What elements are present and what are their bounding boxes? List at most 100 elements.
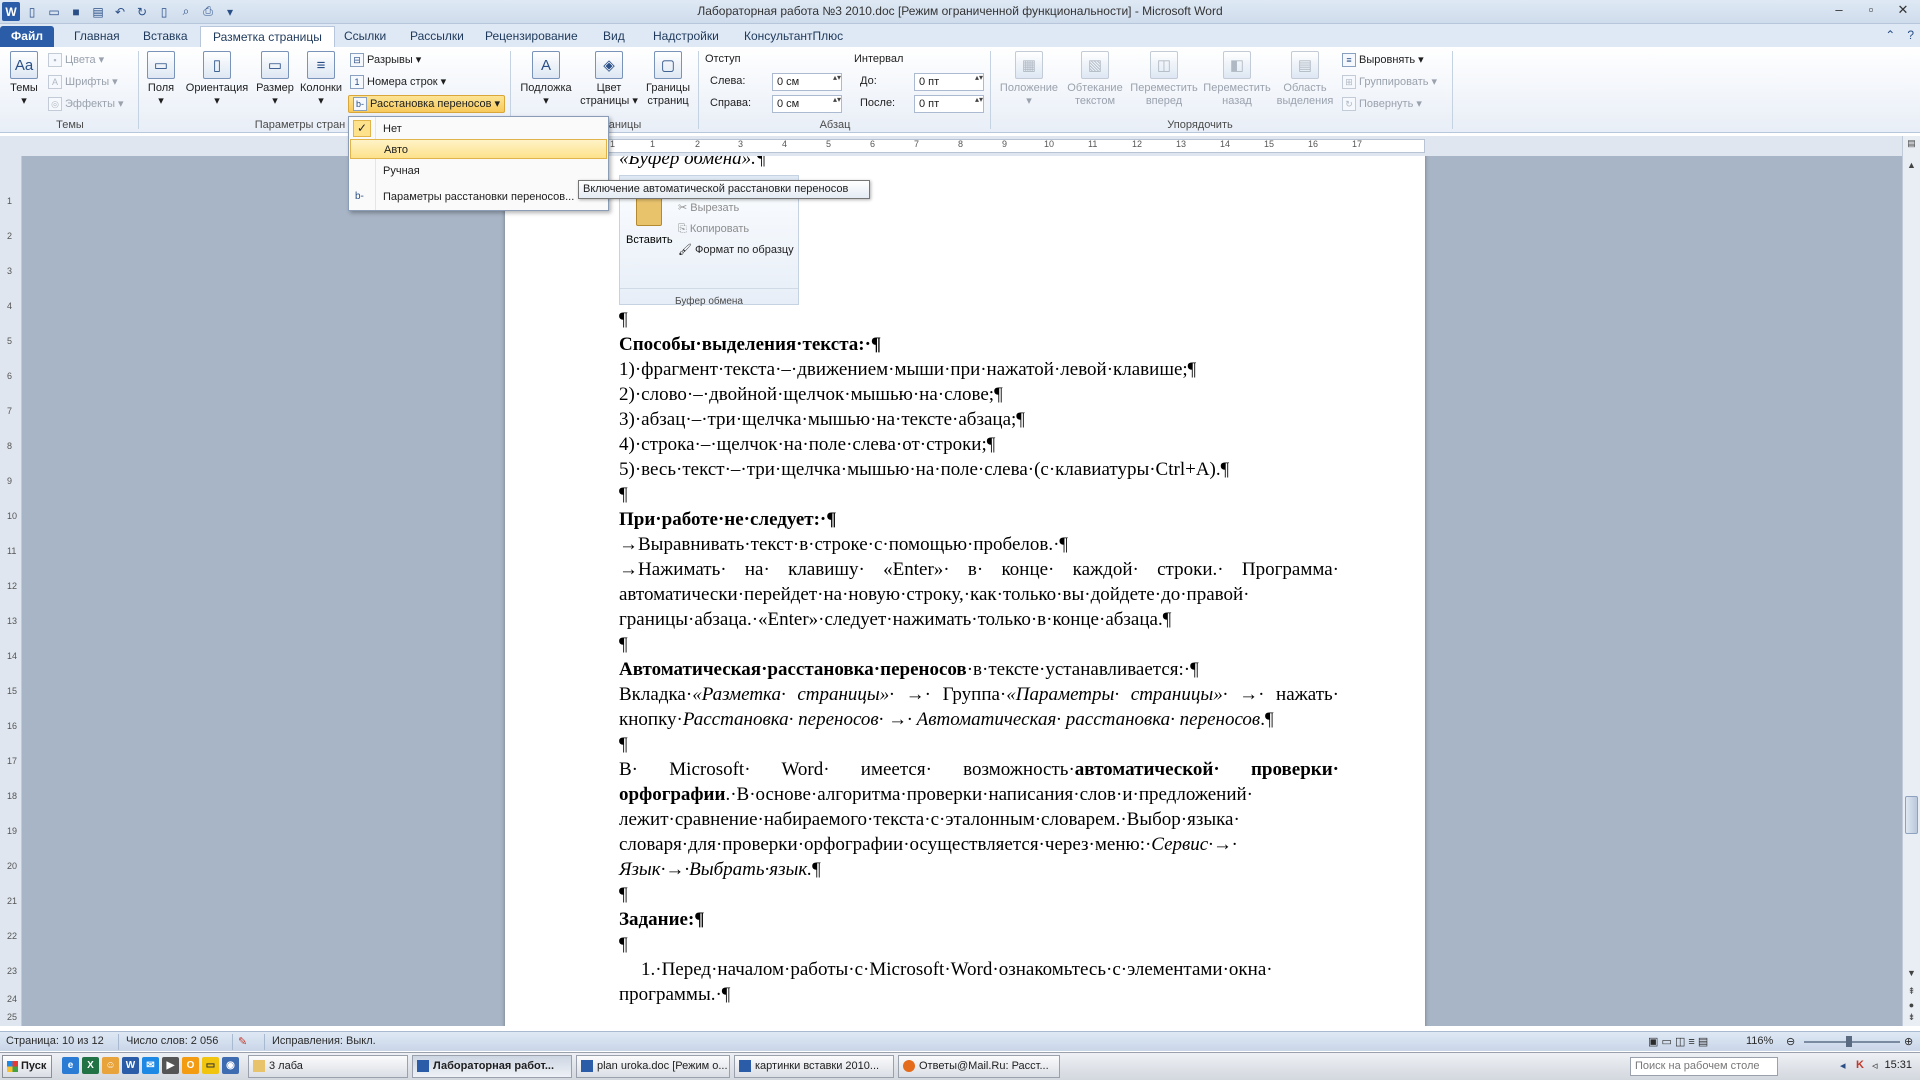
position-button[interactable]: ▦ Положение ▾ <box>996 51 1062 108</box>
opera-icon[interactable]: O <box>182 1057 199 1074</box>
orientation-button[interactable]: ▯ Ориентация ▾ <box>184 51 250 108</box>
word-count[interactable]: Число слов: 2 056 <box>126 1035 218 1047</box>
document-body[interactable]: «Буфер обмена».¶ Вставить ✂ Вырезать ⎘ К… <box>619 156 1339 1007</box>
draft-icon[interactable]: ▤ <box>1698 1036 1708 1048</box>
theme-fonts-button[interactable]: A Шрифты ▾ <box>48 73 118 91</box>
indent-left-input[interactable]: 0 см <box>772 73 842 91</box>
group-label-arrange: Упорядочить <box>1167 119 1233 131</box>
ie-icon[interactable]: e <box>62 1057 79 1074</box>
tab-references[interactable]: Ссылки <box>332 26 398 47</box>
outline-icon[interactable]: ≡ <box>1688 1036 1694 1048</box>
next-page-icon[interactable]: ⇟ <box>1905 1012 1918 1023</box>
ruler-tick: 11 <box>1088 139 1098 149</box>
track-changes-status[interactable]: Исправления: Выкл. <box>272 1035 376 1047</box>
word-icon[interactable]: W <box>122 1057 139 1074</box>
send-backward-button[interactable]: ◧ Переместить назад <box>1202 51 1272 108</box>
hyphenation-auto-item[interactable]: Авто <box>350 139 607 159</box>
ruler-tick: 2 <box>695 139 701 149</box>
zoom-level[interactable]: 116% <box>1746 1035 1773 1047</box>
full-screen-reading-icon[interactable]: ▭ <box>1661 1036 1671 1048</box>
zoom-in-icon[interactable]: ⊕ <box>1904 1035 1913 1048</box>
clock[interactable]: 15:31 <box>1884 1059 1912 1071</box>
auto-hyphen-rest: ·в·тексте·устанавливается:·¶ <box>966 659 1199 680</box>
margins-button[interactable]: ▭ Поля ▾ <box>143 51 179 108</box>
breaks-icon: ⊟ <box>350 53 364 67</box>
zoom-slider-thumb[interactable] <box>1846 1036 1852 1047</box>
theme-colors-button[interactable]: ▪ Цвета ▾ <box>48 51 104 69</box>
print-layout-icon[interactable]: ▣ <box>1648 1036 1658 1048</box>
size-button[interactable]: ▭ Размер ▾ <box>254 51 296 108</box>
tab-addins[interactable]: Надстройки <box>641 26 731 47</box>
spacing-after-input[interactable]: 0 пт <box>914 95 984 113</box>
desktop-icon[interactable]: ◉ <box>222 1057 239 1074</box>
help-icon[interactable]: ? <box>1907 28 1914 42</box>
document-page[interactable]: «Буфер обмена».¶ Вставить ✂ Вырезать ⎘ К… <box>505 156 1425 1026</box>
page-count[interactable]: Страница: 10 из 12 <box>6 1035 104 1047</box>
task-browser[interactable]: Ответы@Mail.Ru: Расст... <box>898 1055 1060 1078</box>
tab-file[interactable]: Файл <box>0 26 54 47</box>
hyphenation-manual-item[interactable]: Ручная <box>350 161 607 181</box>
previous-page-icon[interactable]: ⇞ <box>1905 986 1918 997</box>
zoom-out-icon[interactable]: ⊖ <box>1786 1035 1795 1048</box>
antivirus-icon[interactable]: K <box>1856 1059 1864 1071</box>
player-icon[interactable]: ▶ <box>162 1057 179 1074</box>
tray-flag-icon[interactable]: ◂ <box>1840 1059 1846 1072</box>
breaks-button[interactable]: ⊟ Разрывы ▾ <box>350 51 421 69</box>
columns-button[interactable]: ≡ Колонки ▾ <box>298 51 344 108</box>
colors-icon: ▪ <box>48 53 62 67</box>
line-numbers-button[interactable]: 1 Номера строк ▾ <box>350 73 446 91</box>
spacing-before-input[interactable]: 0 пт <box>914 73 984 91</box>
task-folder[interactable]: 3 лаба <box>248 1055 408 1078</box>
page-borders-button[interactable]: ▢ Границы страниц <box>642 51 694 108</box>
fonts-icon: A <box>48 75 62 89</box>
media-icon[interactable]: ☺ <box>102 1057 119 1074</box>
web-layout-icon[interactable]: ◫ <box>1675 1036 1685 1048</box>
task-word-plan[interactable]: plan uroka.doc [Режим о... <box>576 1055 730 1078</box>
minimize-icon[interactable]: – <box>1828 2 1850 18</box>
messenger-icon[interactable]: ✉ <box>142 1057 159 1074</box>
tab-mailings[interactable]: Рассылки <box>398 26 476 47</box>
theme-effects-button[interactable]: ◎ Эффекты ▾ <box>48 95 124 113</box>
vertical-ruler[interactable]: 1 2 3 4 5 6 7 8 9 10 11 12 13 14 15 16 1… <box>0 156 22 1026</box>
ruler-tick: 12 <box>1132 139 1143 149</box>
tab-consultant[interactable]: КонсультантПлюс <box>732 26 855 47</box>
tab-home[interactable]: Главная <box>62 26 132 47</box>
indent-right-input[interactable]: 0 см <box>772 95 842 113</box>
hyphenation-dropdown: ✓ Нет Авто Ручная b- Параметры расстановки… <box>348 116 609 211</box>
ruler-toggle-icon[interactable]: ▤ <box>1905 138 1918 149</box>
scroll-up-icon[interactable]: ▲ <box>1905 160 1918 170</box>
maximize-icon[interactable]: ▫ <box>1860 2 1882 18</box>
wrap-text-button[interactable]: ▧ Обтекание текстом <box>1064 51 1126 108</box>
hyphenation-button[interactable]: b- Расстановка переносов ▾ <box>348 95 506 113</box>
start-button[interactable]: Пуск <box>2 1055 52 1078</box>
scroll-down-icon[interactable]: ▼ <box>1905 968 1918 978</box>
align-button[interactable]: ≡ Выровнять ▾ <box>1342 51 1424 69</box>
themes-button[interactable]: Aa Темы ▾ <box>6 51 42 108</box>
hyphenation-none-item[interactable]: ✓ Нет <box>350 119 607 139</box>
tab-review[interactable]: Рецензирование <box>473 26 590 47</box>
selection-pane-button[interactable]: ▤ Область выделения <box>1274 51 1336 108</box>
volume-icon[interactable]: ◃ <box>1872 1059 1878 1072</box>
excel-icon[interactable]: X <box>82 1057 99 1074</box>
vertical-scrollbar[interactable]: ▤ ▲ ▼ ⇞ ● ⇟ <box>1902 136 1920 1026</box>
horizontal-ruler[interactable]: 1 2 1 1 2 3 4 5 6 7 8 9 10 11 12 13 14 1… <box>0 136 1920 156</box>
scroll-thumb[interactable] <box>1905 796 1918 834</box>
bring-forward-button[interactable]: ◫ Переместить вперед <box>1128 51 1200 108</box>
tab-view[interactable]: Вид <box>591 26 637 47</box>
tab-page-layout[interactable]: Разметка страницы <box>200 26 335 47</box>
folder-quick-icon[interactable]: ▭ <box>202 1057 219 1074</box>
task-word-pictures[interactable]: картинки вставки 2010... <box>734 1055 894 1078</box>
zoom-slider[interactable] <box>1804 1041 1900 1043</box>
group-objects-button[interactable]: ⊞ Группировать ▾ <box>1342 73 1437 91</box>
watermark-button[interactable]: A Подложка ▾ <box>516 51 576 108</box>
hyphenation-options-item[interactable]: b- Параметры расстановки переносов... <box>350 187 607 207</box>
tab-insert[interactable]: Вставка <box>131 26 200 47</box>
page-color-button[interactable]: ◈ Цвет страницы ▾ <box>580 51 638 108</box>
desktop-search-input[interactable]: Поиск на рабочем столе <box>1630 1057 1778 1076</box>
close-icon[interactable]: ✕ <box>1892 2 1914 18</box>
proofing-icon[interactable]: ✎ <box>238 1035 247 1048</box>
browse-object-icon[interactable]: ● <box>1905 1000 1918 1010</box>
minimize-ribbon-icon[interactable]: ⌃ <box>1885 28 1895 42</box>
task-word-active[interactable]: Лабораторная работ... <box>412 1055 572 1078</box>
rotate-button[interactable]: ↻ Повернуть ▾ <box>1342 95 1422 113</box>
